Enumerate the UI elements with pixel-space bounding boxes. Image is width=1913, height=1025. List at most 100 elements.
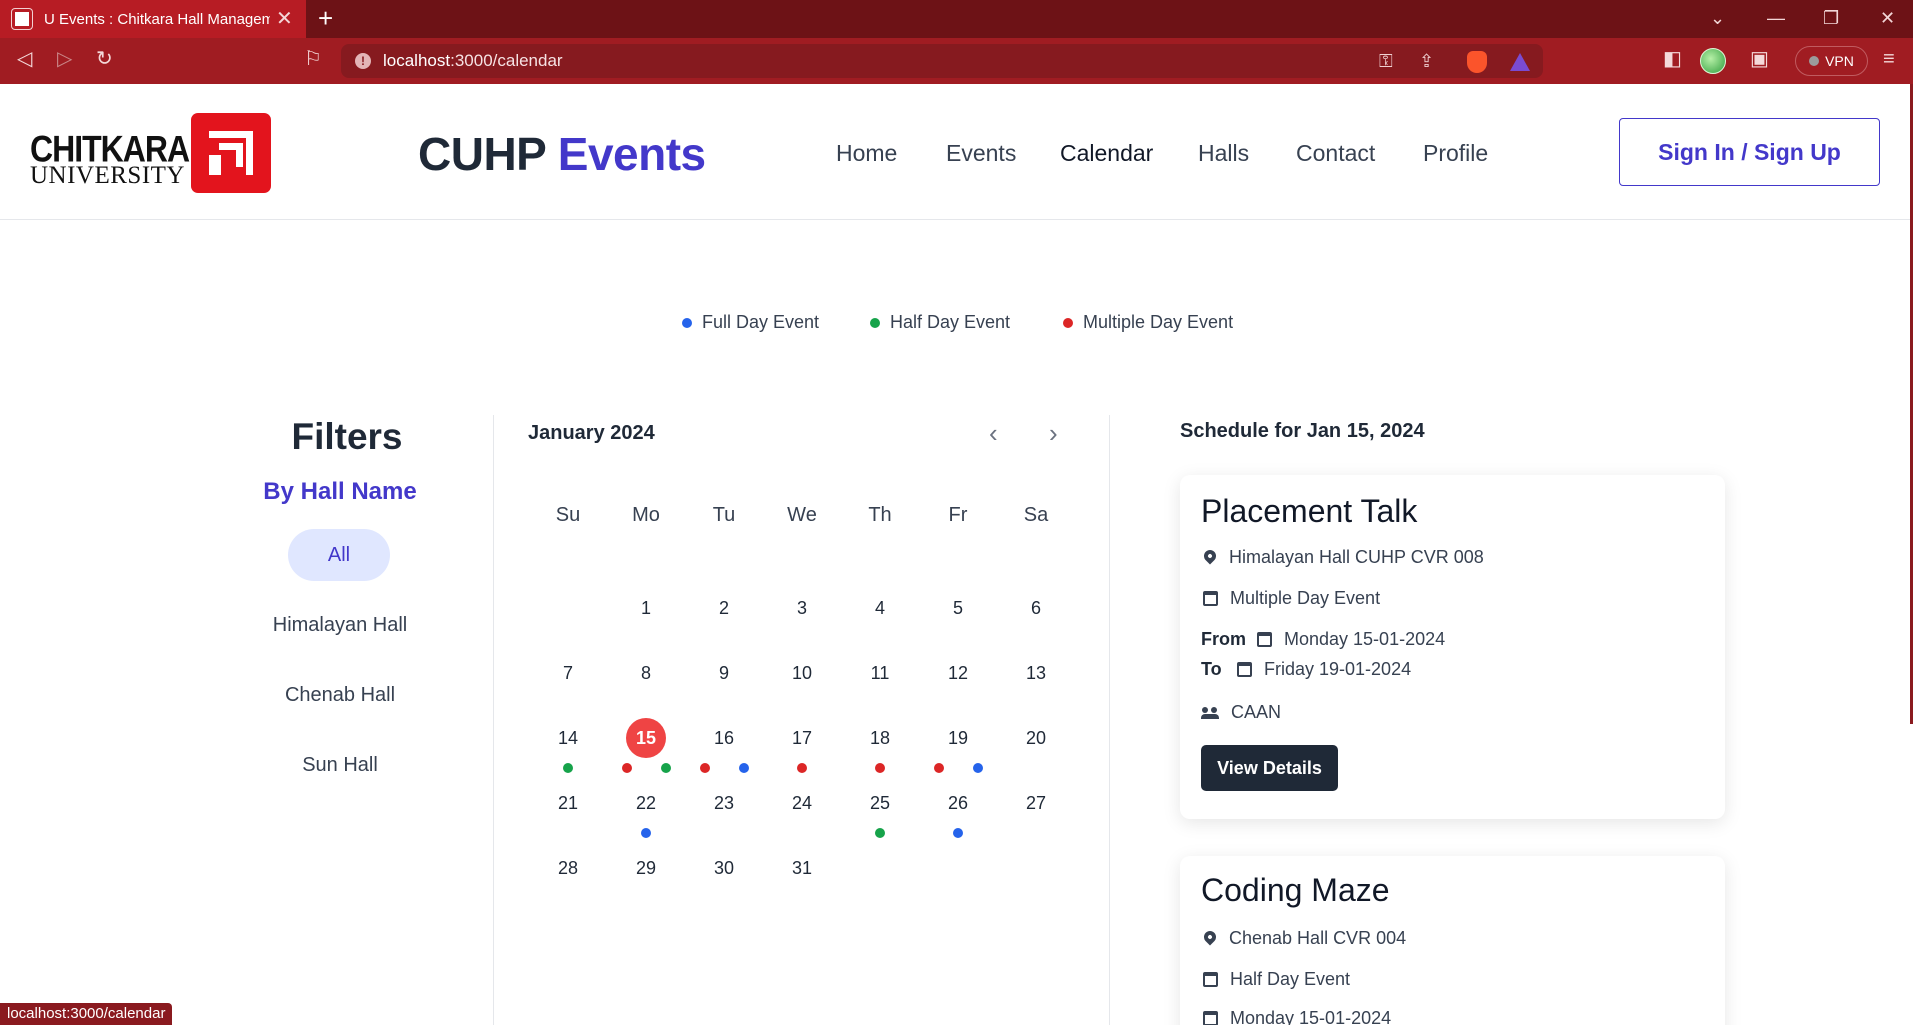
calendar-day[interactable]: 30 (704, 848, 744, 888)
filters-divider (493, 415, 494, 1025)
filter-all-button[interactable]: All (288, 529, 390, 581)
calendar-day[interactable]: 1 (626, 588, 666, 628)
calendar-day[interactable]: 31 (782, 848, 822, 888)
nav-events[interactable]: Events (946, 140, 1016, 167)
view-details-button[interactable]: View Details (1201, 745, 1338, 791)
address-bar[interactable]: ! localhost:3000/calendar ⚿ ⇪ (341, 44, 1543, 78)
bookmark-icon[interactable]: ⚐ (304, 49, 322, 69)
calendar-day[interactable]: 16 (704, 718, 744, 758)
calendar-day[interactable]: 12 (938, 653, 978, 693)
calendar-icon (1257, 632, 1272, 647)
event-location: Chenab Hall CVR 004 (1201, 928, 1406, 949)
event-type: Multiple Day Event (1201, 588, 1380, 609)
reload-icon[interactable]: ↻ (96, 49, 113, 69)
restore-icon[interactable]: ❐ (1823, 9, 1839, 27)
nav-contact[interactable]: Contact (1296, 140, 1375, 167)
calendar-day[interactable]: 2 (704, 588, 744, 628)
event-card: Coding Maze Chenab Hall CVR 004 Half Day… (1180, 856, 1725, 1025)
calendar-day[interactable]: 24 (782, 783, 822, 823)
sidebar-icon[interactable]: ◧ (1663, 49, 1682, 69)
weekday-header: Th (868, 504, 892, 526)
calendar-icon (1203, 972, 1218, 987)
calendar-day[interactable]: 4 (860, 588, 900, 628)
calendar-icon (1237, 662, 1252, 677)
prev-month-icon[interactable]: ‹ (989, 420, 998, 446)
event-to-date: To Friday 19-01-2024 (1201, 659, 1412, 679)
calendar-day[interactable]: 7 (548, 653, 588, 693)
vpn-button[interactable]: VPN (1795, 46, 1868, 76)
site-favicon-icon (12, 9, 32, 29)
calendar-day[interactable]: 22 (626, 783, 666, 823)
calendar-day[interactable]: 26 (938, 783, 978, 823)
forward-icon[interactable]: ▷ (57, 49, 72, 69)
key-icon[interactable]: ⚿ (1379, 51, 1393, 72)
event-date: Monday 15-01-2024 (1201, 1008, 1391, 1025)
wallet-icon[interactable]: ▣ (1750, 49, 1769, 69)
location-pin-icon (1201, 928, 1219, 945)
menu-icon[interactable]: ≡ (1883, 49, 1895, 69)
tab-search-chevron-icon[interactable]: ⌄ (1710, 9, 1725, 27)
weekday-header: Su (555, 504, 581, 526)
multiple-day-dot-icon (1063, 317, 1073, 328)
event-dot-multi (797, 763, 807, 773)
calendar-day[interactable]: 28 (548, 848, 588, 888)
calendar-day[interactable]: 3 (782, 588, 822, 628)
people-icon (1201, 706, 1221, 719)
calendar-day-selected[interactable]: 15 (626, 718, 666, 758)
browser-tab-active[interactable]: U Events : Chitkara Hall Management ✕ (0, 0, 306, 38)
weekday-header: Tu (712, 504, 736, 526)
minimize-icon[interactable]: — (1767, 9, 1785, 27)
nav-calendar[interactable]: Calendar (1060, 140, 1153, 167)
event-dot-full (972, 763, 983, 773)
nav-home[interactable]: Home (836, 140, 897, 167)
university-logo-mark-icon (191, 113, 271, 193)
calendar-day[interactable]: 8 (626, 653, 666, 693)
legend-multiple-day: Multiple Day Event (1063, 312, 1233, 333)
calendar-day[interactable]: 11 (860, 653, 900, 693)
calendar-day[interactable]: 23 (704, 783, 744, 823)
calendar-day[interactable]: 29 (626, 848, 666, 888)
calendar-day[interactable]: 17 (782, 718, 822, 758)
browser-tab-bar: U Events : Chitkara Hall Management ✕ + … (0, 0, 1913, 38)
brave-rewards-icon[interactable] (1510, 53, 1530, 71)
calendar-day[interactable]: 25 (860, 783, 900, 823)
calendar-day[interactable]: 19 (938, 718, 978, 758)
calendar-day[interactable]: 9 (704, 653, 744, 693)
filter-sun-hall[interactable]: Sun Hall (190, 754, 490, 777)
calendar-day[interactable]: 10 (782, 653, 822, 693)
window-close-icon[interactable]: ✕ (1880, 9, 1895, 27)
back-icon[interactable]: ◁ (17, 49, 32, 69)
next-month-icon[interactable]: › (1049, 420, 1058, 446)
profile-avatar-icon[interactable] (1700, 48, 1726, 74)
calendar-day[interactable]: 13 (1016, 653, 1056, 693)
calendar-day[interactable]: 21 (548, 783, 588, 823)
event-dot-half (563, 763, 573, 773)
calendar-day[interactable]: 6 (1016, 588, 1056, 628)
brave-shields-icon[interactable] (1467, 51, 1487, 73)
calendar-day[interactable]: 20 (1016, 718, 1056, 758)
share-icon[interactable]: ⇪ (1419, 51, 1434, 72)
weekday-header: Mo (632, 504, 660, 526)
filters-title: Filters (291, 416, 403, 457)
calendar-day[interactable]: 5 (938, 588, 978, 628)
filter-chenab-hall[interactable]: Chenab Hall (190, 684, 490, 707)
calendar-day[interactable]: 27 (1016, 783, 1056, 823)
event-card: Placement Talk Himalayan Hall CUHP CVR 0… (1180, 475, 1725, 819)
new-tab-icon[interactable]: + (318, 5, 333, 31)
calendar-day[interactable]: 14 (548, 718, 588, 758)
filter-himalayan-hall[interactable]: Himalayan Hall (190, 614, 490, 637)
brand-title[interactable]: CUHP Events (418, 127, 706, 181)
tab-close-icon[interactable]: ✕ (276, 9, 293, 29)
event-dot-multi (875, 763, 885, 773)
nav-halls[interactable]: Halls (1198, 140, 1249, 167)
event-location: Himalayan Hall CUHP CVR 008 (1201, 547, 1484, 568)
sign-in-button[interactable]: Sign In / Sign Up (1619, 118, 1880, 186)
site-info-icon[interactable]: ! (355, 53, 371, 69)
calendar-icon (1203, 591, 1218, 606)
half-day-dot-icon (870, 317, 880, 328)
site-header: CHITKARA UNIVERSITY CUHP Events Home Eve… (0, 84, 1910, 220)
calendar-month-label: January 2024 (528, 422, 655, 444)
calendar-day[interactable]: 18 (860, 718, 900, 758)
nav-profile[interactable]: Profile (1423, 140, 1488, 167)
university-logo[interactable]: CHITKARA UNIVERSITY (30, 131, 190, 188)
